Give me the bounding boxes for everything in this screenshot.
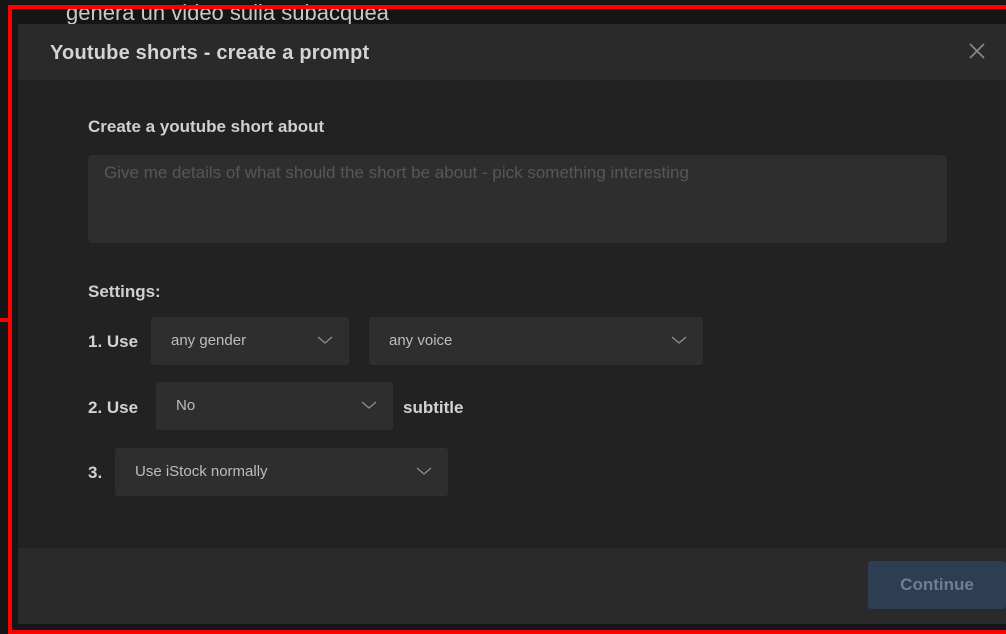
highlight-border	[8, 5, 1006, 634]
screen: genera un video sulla subacquea Youtube …	[0, 0, 1006, 634]
highlight-tick	[0, 318, 10, 322]
